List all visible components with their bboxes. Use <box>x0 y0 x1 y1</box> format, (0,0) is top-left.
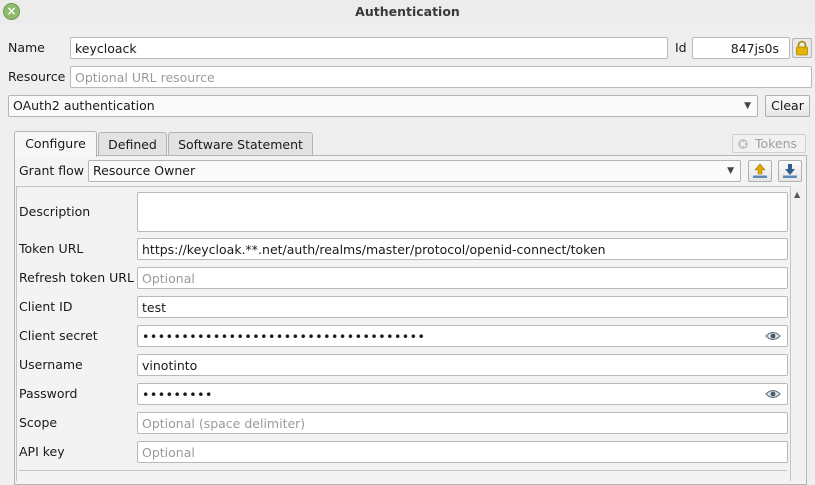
description-input[interactable] <box>137 192 788 232</box>
refresh-token-url-input[interactable] <box>137 267 788 289</box>
tokens-label: Tokens <box>754 136 798 151</box>
import-button[interactable] <box>778 160 802 182</box>
resource-input[interactable] <box>70 66 812 88</box>
section-divider <box>19 470 787 471</box>
api-key-input[interactable] <box>137 441 788 463</box>
eye-icon[interactable] <box>765 330 781 342</box>
grant-flow-select[interactable]: Resource Owner ▼ <box>88 160 741 182</box>
client-secret-label: Client secret <box>19 328 98 343</box>
lock-button[interactable] <box>792 38 812 58</box>
import-icon <box>783 164 797 178</box>
export-button[interactable] <box>748 160 772 182</box>
token-url-input[interactable] <box>137 238 788 260</box>
resource-label: Resource <box>8 69 66 84</box>
chevron-down-icon: ▼ <box>744 101 751 111</box>
grant-flow-label: Grant flow <box>19 163 85 178</box>
client-id-label: Client ID <box>19 299 73 314</box>
grant-flow-value: Resource Owner <box>93 163 196 178</box>
username-input[interactable] <box>137 354 788 376</box>
id-label: Id <box>675 40 687 55</box>
export-icon <box>753 163 767 178</box>
tab-configure[interactable]: Configure <box>14 131 97 157</box>
tab-software-statement[interactable]: Software Statement <box>168 132 313 156</box>
lock-icon <box>796 40 808 56</box>
auth-method-select[interactable]: OAuth2 authentication ▼ <box>8 95 758 117</box>
window-title: Authentication <box>355 4 460 19</box>
name-input[interactable] <box>70 37 668 59</box>
clear-button[interactable]: Clear <box>765 95 810 117</box>
scope-input[interactable] <box>137 412 788 434</box>
title-bar: × Authentication <box>0 0 815 24</box>
auth-method-value: OAuth2 authentication <box>13 98 155 113</box>
scroll-up-icon[interactable]: ▲ <box>794 190 800 199</box>
token-url-label: Token URL <box>19 241 84 256</box>
password-input[interactable] <box>137 383 788 405</box>
password-label: Password <box>19 386 78 401</box>
id-field[interactable] <box>692 37 790 59</box>
eye-icon[interactable] <box>765 388 781 400</box>
chevron-down-icon: ▼ <box>727 166 734 176</box>
vertical-scrollbar[interactable]: ▲ <box>792 186 805 481</box>
circle-x-icon <box>738 139 748 149</box>
username-label: Username <box>19 357 83 372</box>
refresh-token-url-label: Refresh token URL <box>19 270 134 285</box>
description-label: Description <box>19 204 91 219</box>
client-secret-input[interactable] <box>137 325 788 347</box>
tokens-button[interactable]: Tokens <box>732 134 806 153</box>
client-id-input[interactable] <box>137 296 788 318</box>
tab-defined[interactable]: Defined <box>98 132 167 156</box>
scope-label: Scope <box>19 415 58 430</box>
api-key-label: API key <box>19 444 65 459</box>
name-label: Name <box>8 40 45 55</box>
